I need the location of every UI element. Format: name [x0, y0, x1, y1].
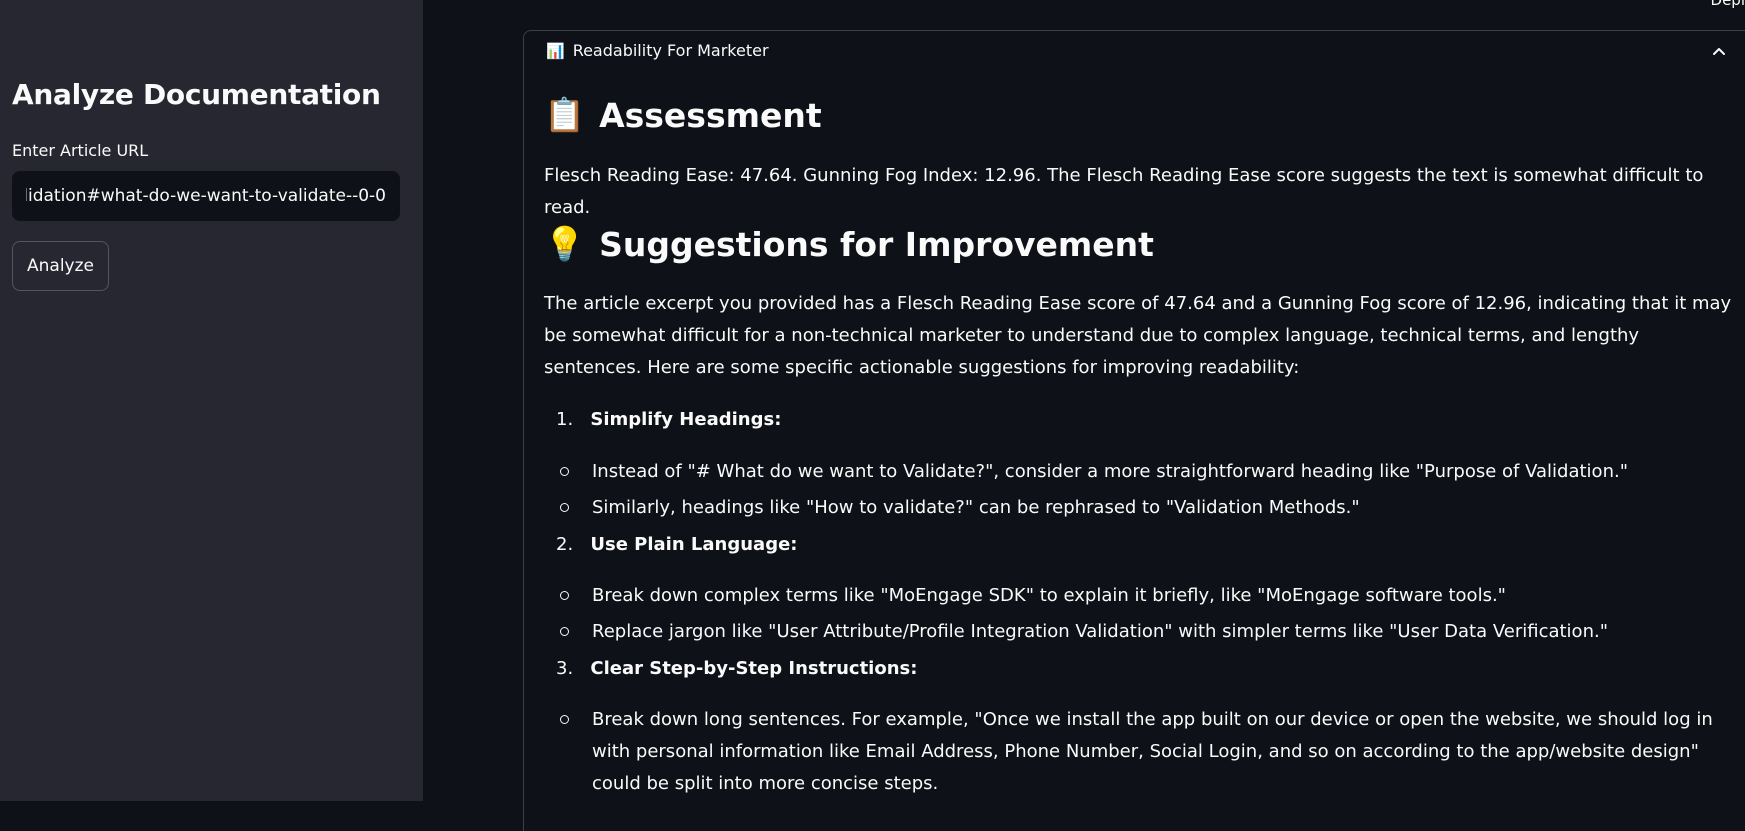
article-url-input[interactable] [12, 171, 400, 221]
bullet-icon [560, 715, 569, 724]
suggestions-intro: The article excerpt you provided has a F… [544, 293, 1732, 378]
suggestions-title: Suggestions for Improvement [599, 224, 1154, 264]
bullet-icon [560, 591, 569, 600]
bullet-icon [560, 503, 569, 512]
bullet-text: Break down complex terms like "MoEngage … [592, 585, 1506, 606]
list-number: 1. [556, 409, 574, 430]
bullet-text: Similarly, headings like "How to validat… [592, 497, 1360, 518]
list-item: Break down long sentences. For example, … [560, 704, 1745, 800]
bullet-icon [560, 467, 569, 476]
list-item-title: Clear Step-by-Step Instructions: [590, 658, 918, 679]
bullet-text: Instead of "# What do we want to Validat… [592, 461, 1628, 482]
suggestions-heading: 💡 Suggestions for Improvement [544, 224, 1154, 264]
list-number: 3. [556, 658, 574, 679]
list-item: 2. Use Plain Language: [556, 534, 798, 555]
analyze-button[interactable]: Analyze [12, 241, 109, 291]
list-item: 1. Simplify Headings: [556, 409, 781, 430]
assessment-text: Flesch Reading Ease: 47.64. Gunning Fog … [544, 165, 1704, 218]
assessment-title: Assessment [599, 95, 822, 135]
clipboard-icon: 📋 [544, 95, 586, 134]
expander-title: Readability For Marketer [572, 41, 769, 60]
bullet-text: Replace jargon like "User Attribute/Prof… [592, 621, 1608, 642]
bullet-text: Break down long sentences. For example, … [592, 709, 1713, 794]
bullet-icon [560, 627, 569, 636]
lightbulb-icon: 💡 [544, 224, 586, 263]
list-item: Similarly, headings like "How to validat… [560, 492, 1745, 524]
bar-chart-icon: 📊 [546, 41, 565, 60]
deploy-button[interactable]: Depl [1711, 0, 1745, 9]
list-item-title: Use Plain Language: [590, 534, 798, 555]
assessment-heading: 📋 Assessment [544, 95, 822, 135]
list-item: Replace jargon like "User Attribute/Prof… [560, 616, 1745, 648]
expander-header[interactable]: 📊 Readability For Marketer [546, 41, 769, 60]
url-field-label: Enter Article URL [12, 141, 149, 160]
sidebar-title: Analyze Documentation [12, 78, 381, 111]
sidebar: Analyze Documentation Enter Article URL … [0, 0, 423, 801]
list-item: Instead of "# What do we want to Validat… [560, 456, 1745, 488]
chevron-up-icon[interactable] [1707, 39, 1731, 63]
list-item: Break down complex terms like "MoEngage … [560, 580, 1745, 612]
list-item: 3. Clear Step-by-Step Instructions: [556, 658, 917, 679]
list-number: 2. [556, 534, 574, 555]
list-item-title: Simplify Headings: [590, 409, 782, 430]
